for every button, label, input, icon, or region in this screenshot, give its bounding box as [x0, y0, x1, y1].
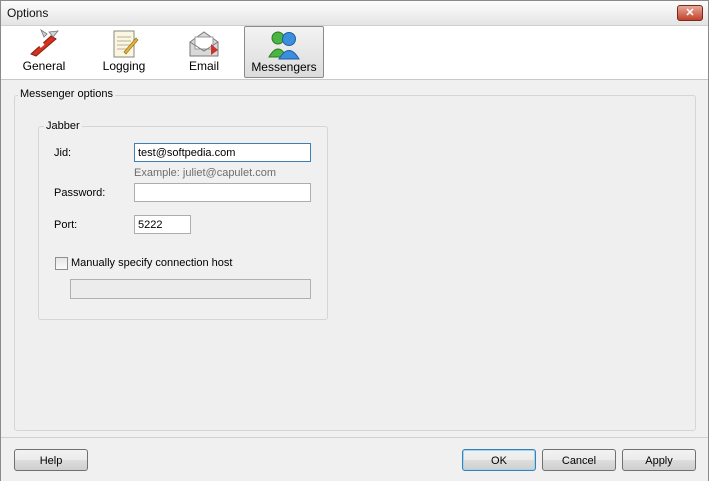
people-messenger-icon	[268, 31, 300, 60]
notepad-icon	[113, 30, 139, 58]
password-label: Password:	[54, 187, 106, 199]
options-window: Options ✕ General Logging Email Messenge…	[0, 0, 709, 481]
messenger-options-title: Messenger options	[18, 88, 115, 100]
envelope-icon	[189, 31, 219, 57]
ok-button[interactable]: OK	[462, 449, 536, 471]
connection-host-input[interactable]	[70, 279, 311, 299]
tab-logging[interactable]: Logging	[95, 26, 153, 76]
window-title: Options	[7, 6, 49, 20]
swiss-knife-icon	[30, 28, 59, 57]
title-bar: Options ✕	[1, 1, 708, 26]
port-input[interactable]	[134, 215, 191, 234]
tab-label: General	[22, 59, 66, 73]
manual-host-checkbox[interactable]	[55, 257, 68, 270]
manual-host-label[interactable]: Manually specify connection host	[71, 257, 232, 269]
jid-input[interactable]	[134, 143, 311, 162]
cancel-button[interactable]: Cancel	[542, 449, 616, 471]
jid-example-hint: Example: juliet@capulet.com	[134, 167, 277, 179]
close-button[interactable]: ✕	[677, 5, 703, 21]
close-icon: ✕	[685, 7, 695, 19]
apply-button[interactable]: Apply	[622, 449, 696, 471]
tab-general[interactable]: General	[15, 26, 73, 76]
help-button[interactable]: Help	[14, 449, 88, 471]
tab-email[interactable]: Email	[175, 26, 233, 76]
tab-label: Logging	[102, 59, 146, 73]
tab-messengers[interactable]: Messengers	[244, 26, 324, 78]
jabber-group-title: Jabber	[44, 120, 82, 132]
port-label: Port:	[54, 219, 78, 231]
tab-label: Messengers	[251, 60, 317, 74]
tab-label: Email	[188, 59, 219, 73]
jid-label: Jid:	[54, 147, 72, 159]
category-toolbar: General Logging Email Messengers	[1, 26, 708, 80]
button-bar: Help OK Cancel Apply	[1, 437, 708, 481]
password-input[interactable]	[134, 183, 311, 202]
